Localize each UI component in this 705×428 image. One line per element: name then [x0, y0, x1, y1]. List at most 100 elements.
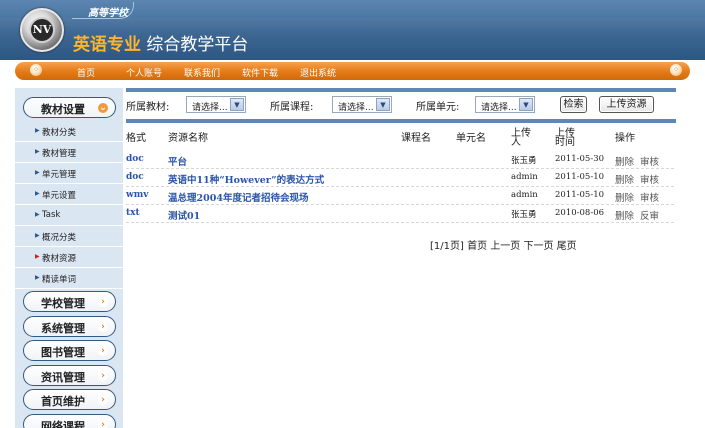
table-row: doc 平台 张玉勇 2011-05-30 删除 审核 [126, 151, 674, 169]
title-rest: 综合教学平台 [146, 35, 249, 55]
header-banner: NV 高等学校 英语专业 综合教学平台 [0, 0, 705, 60]
chevron-right-icon: › [98, 395, 108, 405]
upload-resource-button[interactable]: 上传资源 [599, 96, 654, 113]
nav-contact[interactable]: 联系我们 [184, 66, 220, 79]
sidebar-item-textbook-resources[interactable]: ▶ 教材资源 [15, 247, 123, 268]
sidebar-item-label: 单元管理 [42, 170, 77, 180]
group-label: 首页维护 [41, 395, 85, 408]
nav-left-ornament-icon: ◦ [30, 64, 42, 76]
bullet-icon: ▶ [35, 274, 40, 281]
group-label: 网络课程 [41, 420, 85, 428]
bullet-icon: ▶ [35, 211, 40, 218]
sidebar-item-unit-settings[interactable]: ▶ 单元设置 [15, 184, 123, 205]
table-row: doc 英语中11种“However”的表达方式 admin 2011-05-1… [126, 169, 674, 187]
nav-download[interactable]: 软件下载 [242, 66, 278, 79]
sidebar-item-textbook-category[interactable]: ▶ 教材分类 [15, 121, 123, 142]
bullet-icon: ▶ [35, 148, 40, 155]
next-page-link[interactable]: 下一页 [523, 241, 553, 252]
sidebar-item-label: Task [42, 210, 61, 220]
delete-link[interactable]: 删除 [615, 190, 634, 204]
group-label: 教材设置 [41, 103, 85, 116]
bullet-icon: ▶ [35, 253, 40, 260]
page-info: [1/1页] [430, 241, 464, 252]
sidebar-item-overview-category[interactable]: ▶ 概况分类 [15, 226, 123, 247]
delete-link[interactable]: 删除 [615, 172, 634, 186]
unit-filter-label: 所属单元: [416, 102, 460, 113]
nav-account[interactable]: 个人账号 [126, 66, 162, 79]
school-label: 高等学校 [88, 8, 128, 19]
group-label: 资讯管理 [41, 371, 85, 384]
filter-divider [126, 119, 676, 123]
course-select[interactable]: 请选择... ▼ [332, 96, 392, 113]
bullet-icon: ▶ [35, 127, 40, 134]
review-link[interactable]: 审核 [640, 172, 659, 186]
group-homepage-maintenance[interactable]: 首页维护 › [23, 389, 116, 410]
cell-format: doc [126, 154, 144, 164]
pagination: [1/1页] 首页 上一页 下一页 尾页 [430, 237, 577, 252]
first-page-link[interactable]: 首页 [467, 241, 487, 252]
sidebar-item-task[interactable]: ▶ Task [15, 205, 123, 226]
search-button[interactable]: 检索 [560, 96, 587, 113]
nav-logout[interactable]: 退出系统 [300, 66, 336, 79]
resource-name-link[interactable]: 平台 [168, 154, 187, 168]
cell-format: txt [126, 208, 140, 218]
cell-date: 2011-05-10 [555, 190, 605, 200]
group-news-manage[interactable]: 资讯管理 › [23, 365, 116, 386]
cell-uploader: admin [511, 172, 538, 182]
cell-date: 2010-08-06 [555, 208, 605, 218]
top-nav-bar: ◦ 首页 个人账号 联系我们 软件下载 退出系统 ◦ [15, 62, 690, 80]
bullet-icon: ▶ [35, 169, 40, 176]
chevron-right-icon: › [98, 322, 108, 332]
sidebar-item-label: 教材资源 [42, 254, 77, 264]
group-label: 学校管理 [41, 297, 85, 310]
col-header-format: 格式 [126, 133, 146, 144]
cell-format: doc [126, 172, 144, 182]
chevron-right-icon: › [98, 420, 108, 428]
group-label: 图书管理 [41, 346, 85, 359]
chevron-right-icon: › [98, 371, 108, 381]
sidebar-item-label: 概况分类 [42, 233, 77, 243]
cell-uploader: 张玉勇 [511, 156, 537, 166]
table-row: wmv 温总理2004年度记者招待会现场 admin 2011-05-10 删除… [126, 187, 674, 205]
last-page-link[interactable]: 尾页 [557, 241, 577, 252]
resource-name-link[interactable]: 测试01 [168, 208, 200, 222]
sidebar-item-unit-manage[interactable]: ▶ 单元管理 [15, 163, 123, 184]
col-header-time-line2: 时间 [555, 137, 575, 148]
group-online-courses[interactable]: 网络课程 › [23, 414, 116, 428]
group-system-manage[interactable]: 系统管理 › [23, 316, 116, 337]
prev-page-link[interactable]: 上一页 [490, 241, 520, 252]
delete-link[interactable]: 删除 [615, 154, 634, 168]
unit-select[interactable]: 请选择... ▼ [475, 96, 535, 113]
logo-emblem: NV [29, 17, 55, 43]
resource-name-link[interactable]: 英语中11种“However”的表达方式 [168, 172, 324, 186]
course-select-value: 请选择... [338, 103, 374, 113]
cell-date: 2011-05-10 [555, 172, 605, 182]
sidebar-item-textbook-manage[interactable]: ▶ 教材管理 [15, 142, 123, 163]
textbook-select[interactable]: 请选择... ▼ [186, 96, 246, 113]
cell-date: 2011-05-30 [555, 154, 605, 164]
resource-name-link[interactable]: 温总理2004年度记者招待会现场 [168, 190, 308, 204]
group-library-manage[interactable]: 图书管理 › [23, 340, 116, 361]
bullet-icon: ▶ [35, 232, 40, 239]
delete-link[interactable]: 删除 [615, 208, 634, 222]
title-highlight: 英语专业 [73, 35, 141, 55]
col-header-name: 资源名称 [168, 133, 208, 144]
sidebar-item-label: 教材管理 [42, 149, 77, 159]
review-link[interactable]: 审核 [640, 190, 659, 204]
cell-format: wmv [126, 190, 149, 200]
unreview-link[interactable]: 反审 [640, 208, 659, 222]
nav-home[interactable]: 首页 [77, 66, 95, 79]
sidebar-item-label: 教材分类 [42, 128, 77, 138]
col-header-unit: 单元名 [456, 133, 486, 144]
textbook-filter-label: 所属教材: [126, 102, 170, 113]
col-header-uploader: 上传人 [511, 129, 531, 148]
group-textbook-settings[interactable]: 教材设置 ⌄ [23, 97, 116, 118]
review-link[interactable]: 审核 [640, 154, 659, 168]
group-school-manage[interactable]: 学校管理 › [23, 291, 116, 312]
sidebar-item-label: 精读单词 [42, 275, 77, 285]
group-label: 系统管理 [41, 322, 85, 335]
university-logo: NV [20, 8, 64, 52]
sidebar-item-intensive-words[interactable]: ▶ 精读单词 [15, 268, 123, 289]
col-header-operations: 操作 [615, 133, 635, 144]
main-content: 所属教材: 请选择... ▼ 所属课程: 请选择... ▼ 所属单元: 请选择.… [124, 86, 690, 428]
